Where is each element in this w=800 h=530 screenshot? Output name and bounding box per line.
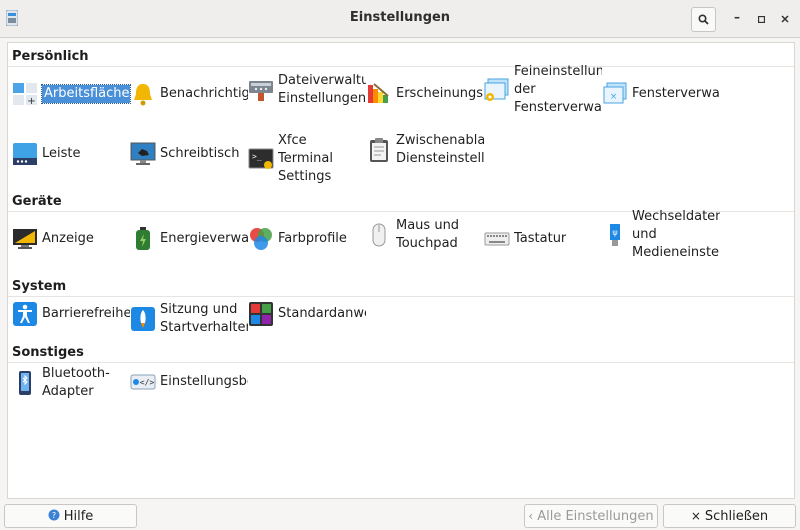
keyboard-icon (484, 226, 510, 252)
window-title: Einstellungen (349, 10, 451, 25)
all-settings-button[interactable]: ‹ Alle Einstellungen (524, 504, 658, 528)
panel-icon (12, 141, 38, 167)
clipboard-icon (366, 137, 392, 163)
accessibility-icon (12, 301, 38, 327)
item-label: Erscheinungsbild (396, 86, 484, 101)
title-bar: Einstellungen – (0, 0, 800, 38)
item-label: Einstellungsbearbeitung (160, 374, 248, 389)
color-profiles-icon (248, 226, 274, 252)
item-notifications[interactable]: Benachrichtigungen (130, 81, 248, 107)
svg-text:+: + (27, 96, 35, 107)
help-icon: ? (48, 509, 60, 524)
section-title-personal: Persönlich (12, 49, 89, 64)
settings-content: Persönlich + Arbeitsflächen Benachrichti… (7, 42, 795, 499)
svg-text:ψ: ψ (612, 228, 617, 237)
item-removable-media[interactable]: ψ Wechseldaten und Medieneinstellungen (602, 208, 720, 262)
item-wm-tweaks[interactable]: Feineinstellungen der Fensterverwaltung (484, 63, 602, 117)
section-separator (8, 362, 794, 363)
svg-text:×: × (610, 92, 618, 102)
svg-text:?: ? (52, 511, 56, 520)
section-separator (8, 296, 794, 297)
svg-text:>_: >_ (252, 152, 262, 161)
bluetooth-icon (12, 370, 38, 396)
mouse-icon (366, 222, 392, 248)
close-window-button[interactable] (773, 7, 797, 31)
item-desktop[interactable]: Schreibtisch (130, 141, 248, 167)
item-label: Farbprofile (278, 231, 347, 246)
item-label: Arbeitsflächen (41, 84, 131, 104)
wm-tweaks-icon (484, 77, 510, 103)
close-icon: × (690, 509, 701, 523)
item-label: Feineinstellungen der Fensterverwaltung (514, 64, 602, 115)
item-mouse[interactable]: Maus und Touchpad (366, 217, 484, 253)
item-clipboard[interactable]: Zwischenablage Diensteinstellungen (366, 132, 484, 168)
button-bar: ? Hilfe ‹ Alle Einstellungen × Schließen (0, 500, 800, 530)
item-label: Standardanwendungen (278, 306, 366, 321)
item-label: Sitzung und Startverhalten (160, 302, 248, 335)
rocket-icon (130, 306, 156, 332)
item-label: Leiste (42, 146, 81, 161)
usb-icon: ψ (602, 222, 628, 248)
all-settings-label: Alle Einstellungen (537, 508, 654, 524)
item-label: Wechseldaten und Medieneinstellungen (632, 209, 720, 260)
close-label: Schließen (704, 508, 769, 524)
item-appearance[interactable]: Erscheinungsbild (366, 81, 484, 107)
maximize-button[interactable] (749, 7, 773, 31)
item-label: Xfce Terminal Settings (278, 133, 333, 184)
chevron-left-icon: ‹ (528, 509, 534, 523)
item-file-manager[interactable]: Dateiverwaltung Einstellungen (248, 72, 366, 108)
item-label: Schreibtisch (160, 146, 240, 161)
help-label: Hilfe (63, 508, 94, 524)
item-display[interactable]: Anzeige (12, 226, 130, 252)
item-label: Energieverwaltung (160, 231, 248, 246)
window-manager-icon: × (602, 81, 628, 107)
file-manager-icon (248, 77, 274, 103)
help-button[interactable]: ? Hilfe (4, 504, 137, 528)
item-window-manager[interactable]: × Fensterverwaltung (602, 81, 720, 107)
svg-text:</>: </> (140, 378, 155, 387)
section-title-system: System (12, 279, 67, 294)
item-label: Anzeige (42, 231, 94, 246)
item-panel[interactable]: Leiste (12, 141, 130, 167)
item-accessibility[interactable]: Barrierefreiheit (12, 301, 130, 327)
item-keyboard[interactable]: Tastatur (484, 226, 602, 252)
display-icon (12, 226, 38, 252)
item-session[interactable]: Sitzung und Startverhalten (130, 301, 248, 337)
workspaces-icon: + (12, 81, 38, 107)
item-label: Tastatur (514, 231, 567, 246)
section-title-other: Sonstiges (12, 345, 84, 360)
item-label: Zwischenablage Diensteinstellungen (396, 133, 484, 166)
minimize-icon: – (734, 10, 740, 24)
close-icon (781, 15, 789, 23)
minimize-button[interactable]: – (725, 5, 749, 29)
item-label: Dateiverwaltung Einstellungen (278, 73, 366, 106)
item-settings-editor[interactable]: </> Einstellungsbearbeitung (130, 369, 248, 395)
desktop-icon (130, 141, 156, 167)
maximize-icon (757, 15, 765, 23)
item-label: Bluetooth- Adapter (42, 366, 110, 399)
item-default-apps[interactable]: Standardanwendungen (248, 301, 366, 327)
terminal-icon: >_ (248, 146, 274, 172)
item-bluetooth[interactable]: Bluetooth- Adapter (12, 365, 130, 401)
close-button[interactable]: × Schließen (663, 504, 796, 528)
item-label: Maus und Touchpad (396, 218, 460, 251)
bell-icon (130, 81, 156, 107)
item-workspaces[interactable]: + Arbeitsflächen (12, 81, 131, 107)
search-icon (698, 14, 709, 25)
item-power[interactable]: Energieverwaltung (130, 226, 248, 252)
item-color-profiles[interactable]: Farbprofile (248, 226, 366, 252)
item-label: Benachrichtigungen (160, 86, 248, 101)
appearance-icon (366, 81, 392, 107)
default-apps-icon (248, 301, 274, 327)
item-label: Fensterverwaltung (632, 86, 720, 101)
battery-icon (130, 226, 156, 252)
section-title-hardware: Geräte (12, 194, 62, 209)
section-separator (8, 66, 794, 67)
item-terminal[interactable]: >_ Xfce Terminal Settings (248, 132, 366, 186)
search-button[interactable] (691, 7, 716, 32)
item-label: Barrierefreiheit (42, 306, 130, 321)
settings-editor-icon: </> (130, 369, 156, 395)
